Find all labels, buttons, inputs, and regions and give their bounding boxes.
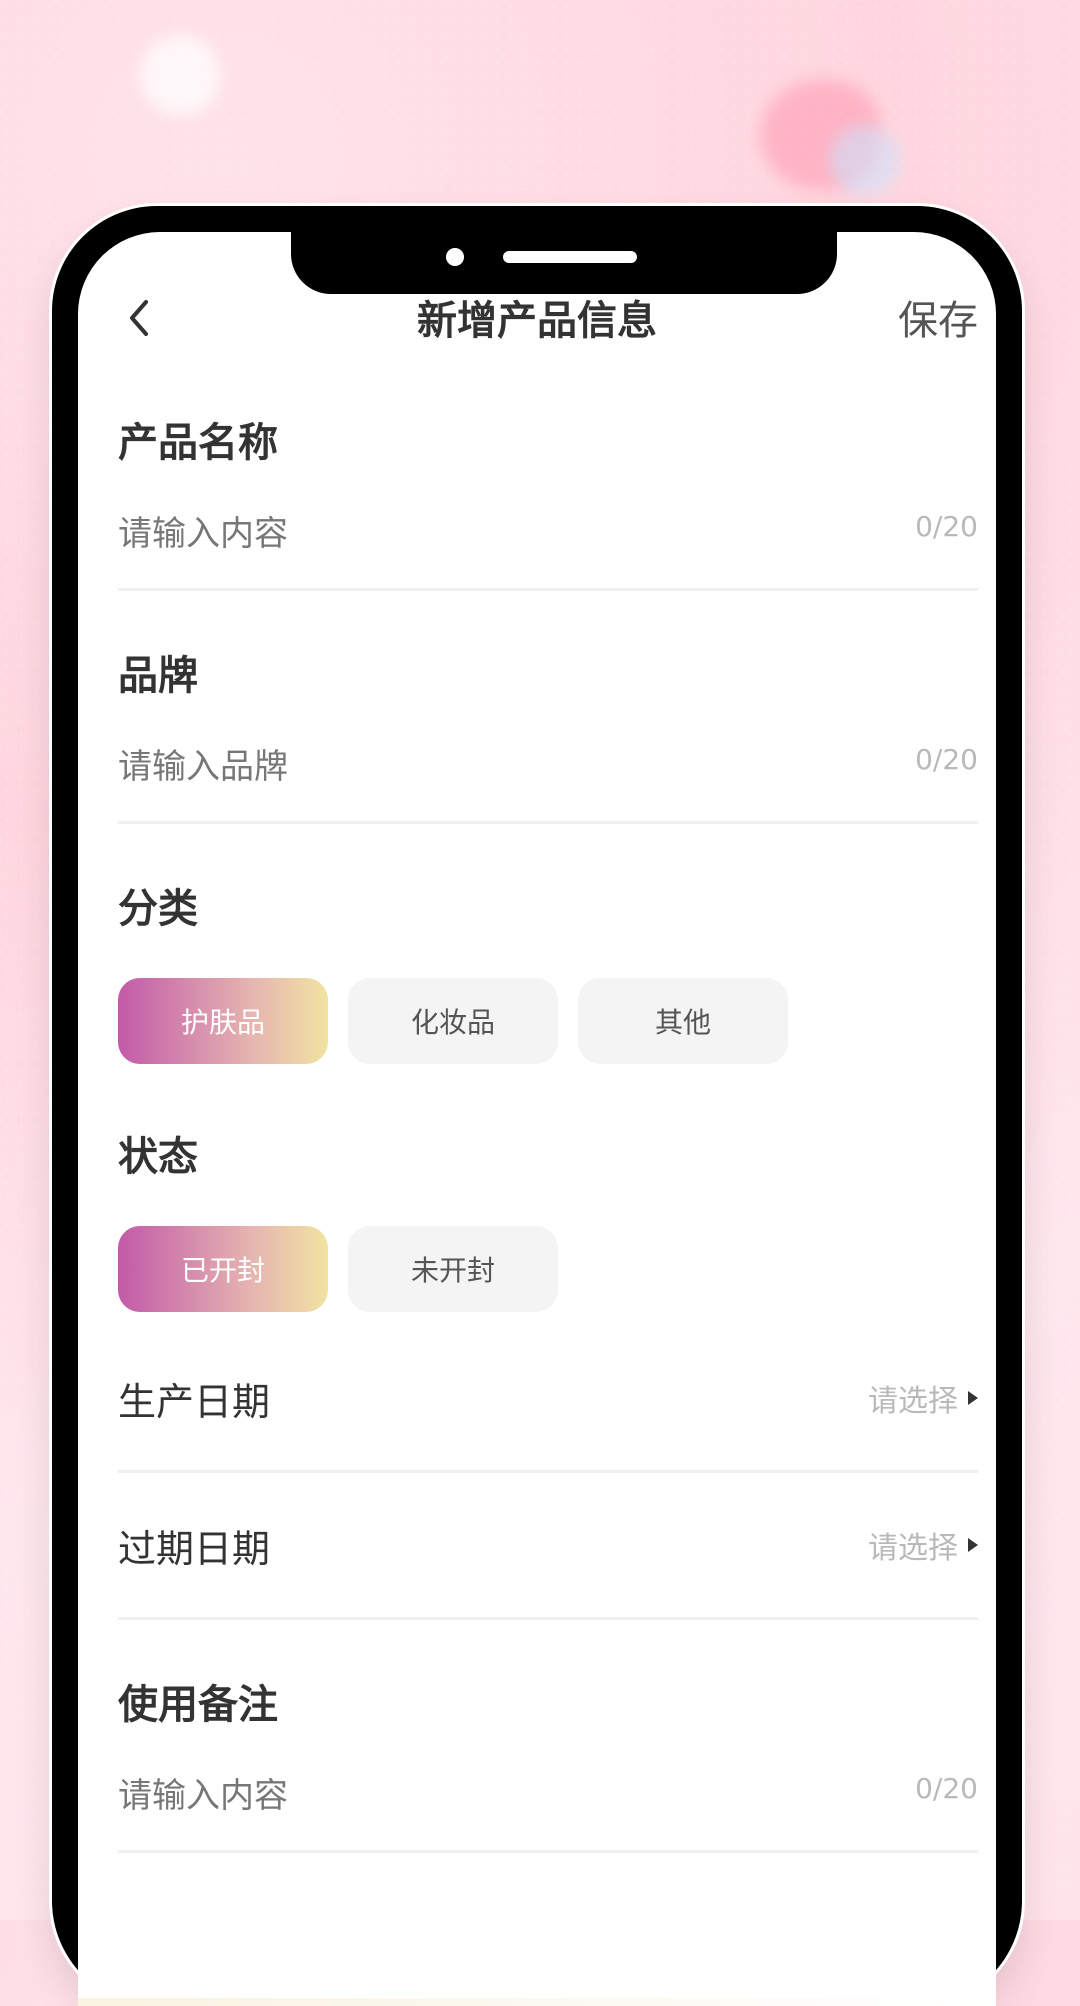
product-name-section: 产品名称 请输入内容 0/20 [118,410,978,591]
usage-notes-section: 使用备注 请输入内容 0/20 [118,1672,978,1853]
camera-dot [446,248,464,266]
status-option-unopened[interactable]: 未开封 [348,1226,558,1312]
category-options: 护肤品 化妆品 其他 [118,978,978,1064]
brand-placeholder: 请输入品牌 [118,747,288,787]
top-bar: 新增产品信息 保存 [78,282,996,372]
brand-counter: 0/20 [915,743,978,776]
expiry-date-picker[interactable]: 请选择 [868,1523,978,1567]
usage-notes-label: 使用备注 [118,1682,278,1728]
phone-notch [291,232,837,294]
brand-field[interactable]: 请输入品牌 0/20 [118,701,978,824]
production-date-label: 生产日期 [118,1379,271,1424]
production-date-picker[interactable]: 请选择 [868,1376,978,1420]
expiry-date-label: 过期日期 [118,1526,271,1571]
status-options: 已开封 未开封 [118,1226,978,1312]
category-option-makeup[interactable]: 化妆品 [348,978,558,1064]
triangle-right-icon [968,1391,978,1405]
brand-label: 品牌 [118,653,198,699]
brand-section: 品牌 请输入品牌 0/20 [118,643,978,824]
form: 产品名称 请输入内容 0/20 品牌 请输入品牌 0/20 分类 护肤品 化妆品… [118,402,978,1853]
category-section: 分类 护肤品 化妆品 其他 [118,876,978,1064]
usage-notes-placeholder: 请输入内容 [118,1776,288,1816]
category-option-other[interactable]: 其他 [578,978,788,1064]
bottom-gradient-edge [78,1998,996,2006]
expiry-date-value: 请选择 [868,1531,958,1566]
triangle-right-icon [968,1538,978,1552]
product-name-field[interactable]: 请输入内容 0/20 [118,468,978,591]
expiry-date-row[interactable]: 过期日期 请选择 [118,1473,978,1620]
status-label: 状态 [118,1134,198,1180]
product-name-label: 产品名称 [118,420,278,466]
product-name-counter: 0/20 [915,510,978,543]
category-label: 分类 [118,886,198,932]
phone-frame: 新增产品信息 保存 产品名称 请输入内容 0/20 品牌 请输入品牌 0/20 … [52,206,1022,2006]
page-title: 新增产品信息 [417,298,657,344]
background-blob [140,35,220,115]
background-blob [830,125,900,195]
production-date-value: 请选择 [868,1384,958,1419]
product-name-placeholder: 请输入内容 [118,514,288,554]
category-option-skincare[interactable]: 护肤品 [118,978,328,1064]
production-date-row[interactable]: 生产日期 请选择 [118,1326,978,1473]
status-section: 状态 已开封 未开封 [118,1124,978,1312]
speaker-bar [503,251,637,263]
save-button[interactable]: 保存 [898,288,978,346]
usage-notes-field[interactable]: 请输入内容 0/20 [118,1730,978,1853]
usage-notes-counter: 0/20 [915,1772,978,1805]
status-option-opened[interactable]: 已开封 [118,1226,328,1312]
screen: 新增产品信息 保存 产品名称 请输入内容 0/20 品牌 请输入品牌 0/20 … [78,232,996,2006]
